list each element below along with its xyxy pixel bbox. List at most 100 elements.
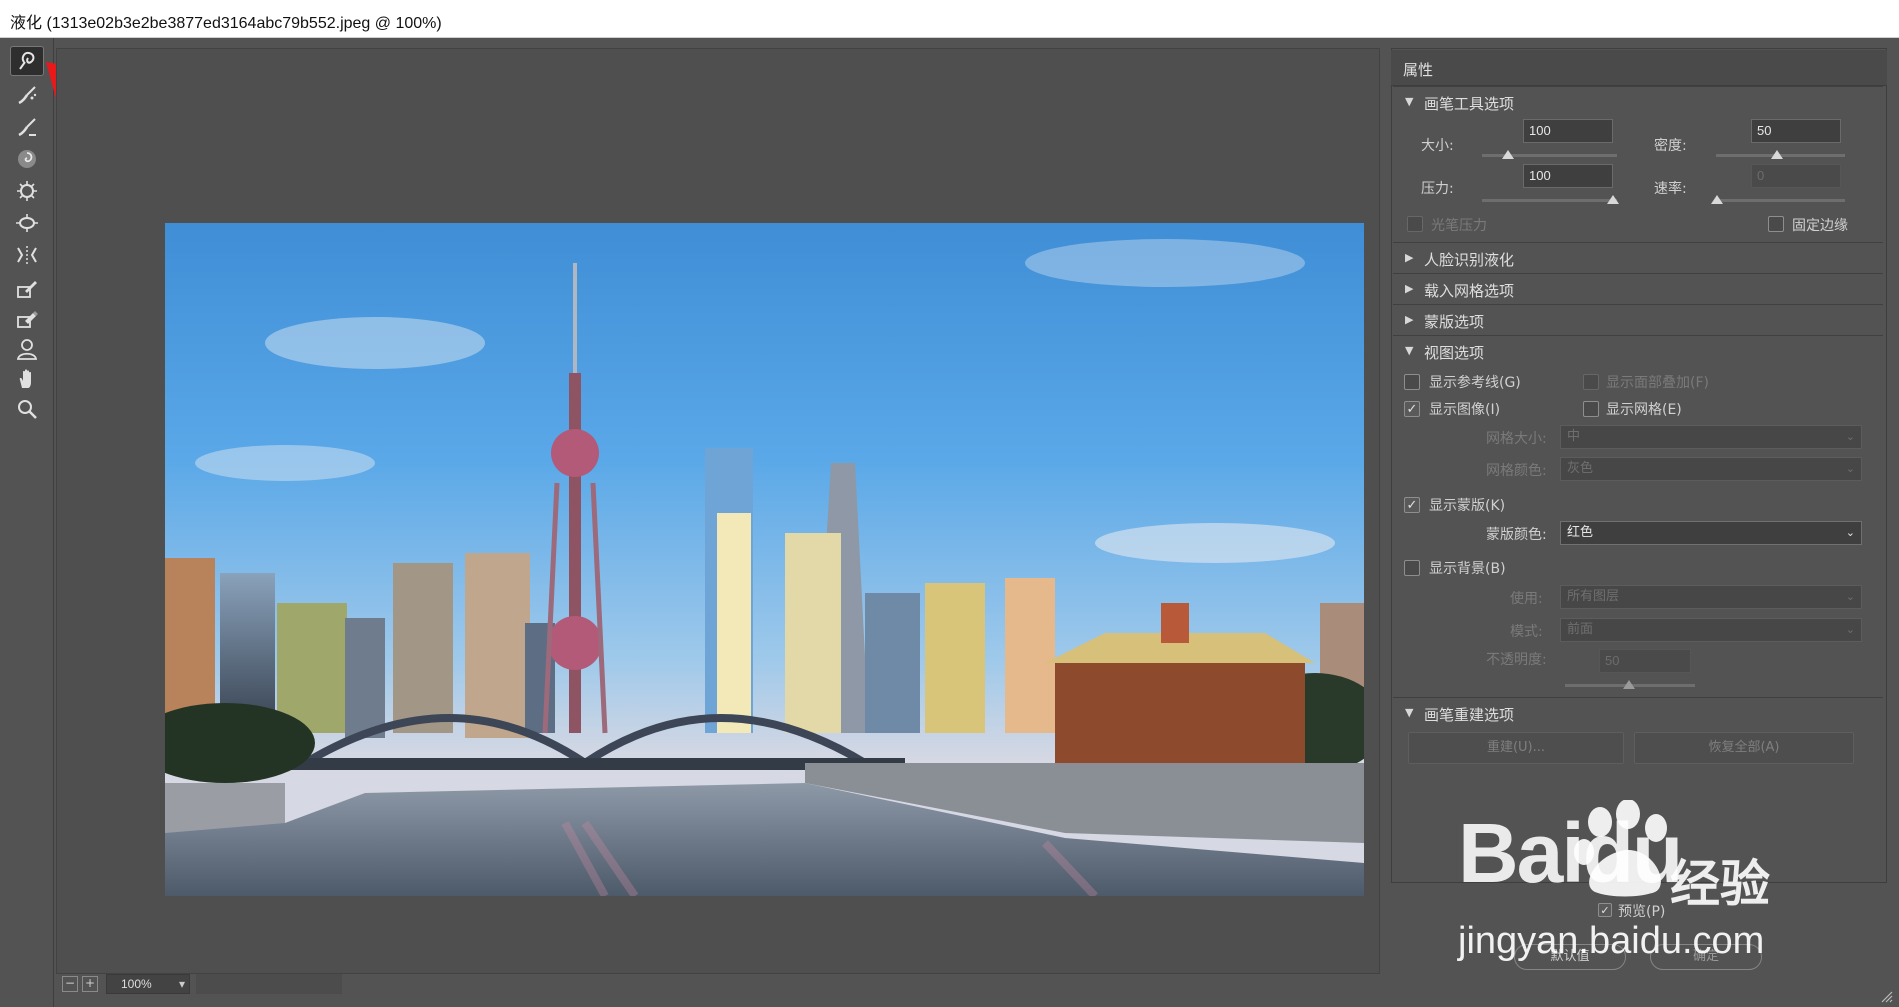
chevron-down-icon: ⌄ bbox=[1845, 623, 1855, 636]
use-value: 所有图层 bbox=[1567, 589, 1620, 604]
shanghai-skyline-image bbox=[165, 223, 1364, 896]
mesh-size-label: 网格大小: bbox=[1486, 431, 1547, 447]
hand-tool-icon[interactable] bbox=[10, 364, 44, 394]
size-slider-thumb[interactable] bbox=[1502, 150, 1514, 159]
preview-canvas[interactable] bbox=[56, 48, 1380, 974]
status-info-area bbox=[196, 974, 342, 994]
load-mesh-options-label: 载入网格选项 bbox=[1424, 282, 1515, 300]
collapsed-triangle-icon: ▶ bbox=[1405, 313, 1414, 326]
view-options-label: 视图选项 bbox=[1424, 344, 1485, 362]
collapsed-triangle-icon: ▶ bbox=[1405, 251, 1414, 264]
size-input[interactable]: 100 bbox=[1523, 119, 1613, 143]
mask-options-label: 蒙版选项 bbox=[1424, 313, 1485, 331]
mesh-size-select[interactable]: 中 ⌄ bbox=[1560, 425, 1862, 449]
rate-label: 速率: bbox=[1654, 181, 1687, 197]
brush-tool-options-section[interactable]: ▼ 画笔工具选项 bbox=[1393, 86, 1883, 116]
brush-reconstruct-options-label: 画笔重建选项 bbox=[1424, 706, 1515, 724]
show-mask-checkbox[interactable]: ✓ bbox=[1404, 497, 1420, 513]
brush-reconstruct-options-section[interactable]: ▼ 画笔重建选项 bbox=[1393, 697, 1883, 727]
stylus-pressure-checkbox[interactable] bbox=[1407, 216, 1423, 232]
density-label: 密度: bbox=[1654, 138, 1687, 154]
pin-edges-checkbox[interactable] bbox=[1768, 216, 1784, 232]
pressure-slider-thumb[interactable] bbox=[1607, 195, 1619, 204]
mask-color-select[interactable]: 红色 ⌄ bbox=[1560, 521, 1862, 545]
mask-color-value: 红色 bbox=[1567, 525, 1594, 540]
show-mesh-label: 显示网格(E) bbox=[1606, 402, 1682, 418]
thaw-mask-tool-icon[interactable] bbox=[10, 304, 44, 334]
show-backdrop-checkbox[interactable] bbox=[1404, 560, 1420, 576]
preview-checkbox[interactable]: ✓ bbox=[1598, 903, 1612, 917]
mode-select[interactable]: 前面 ⌄ bbox=[1560, 618, 1862, 642]
mode-value: 前面 bbox=[1567, 622, 1594, 637]
mask-options-section[interactable]: ▶ 蒙版选项 bbox=[1393, 304, 1883, 334]
show-mesh-checkbox[interactable] bbox=[1583, 401, 1599, 417]
density-input[interactable]: 50 bbox=[1751, 119, 1841, 143]
expanded-triangle-icon: ▼ bbox=[1405, 95, 1414, 108]
forward-warp-tool-icon[interactable] bbox=[10, 46, 44, 76]
mask-color-label: 蒙版颜色: bbox=[1486, 527, 1547, 543]
mesh-color-value: 灰色 bbox=[1567, 461, 1594, 476]
baidu-watermark-jingyan: 经验 bbox=[1670, 855, 1770, 913]
expanded-triangle-icon: ▼ bbox=[1405, 706, 1414, 719]
mesh-color-select[interactable]: 灰色 ⌄ bbox=[1560, 457, 1862, 481]
face-tool-icon[interactable] bbox=[10, 334, 44, 364]
pressure-label: 压力: bbox=[1421, 181, 1454, 197]
baidu-paw-logo-icon bbox=[1574, 800, 1667, 897]
rate-slider-track[interactable] bbox=[1716, 199, 1845, 202]
pin-edges-label: 固定边缘 bbox=[1792, 218, 1848, 234]
preview-label: 预览(P) bbox=[1618, 904, 1666, 920]
window-title: 液化 (1313e02b3e2be3877ed3164abc79b552.jpe… bbox=[10, 15, 442, 32]
show-guides-label: 显示参考线(G) bbox=[1429, 375, 1521, 391]
freeze-mask-tool-icon[interactable] bbox=[10, 274, 44, 304]
view-options-section[interactable]: ▼ 视图选项 bbox=[1393, 335, 1883, 365]
show-image-checkbox[interactable]: ✓ bbox=[1404, 401, 1420, 417]
bloat-tool-icon[interactable] bbox=[10, 208, 44, 238]
load-mesh-options-section[interactable]: ▶ 载入网格选项 bbox=[1393, 273, 1883, 303]
use-select[interactable]: 所有图层 ⌄ bbox=[1560, 585, 1862, 609]
chevron-down-icon: ⌄ bbox=[1845, 526, 1855, 539]
mode-label: 模式: bbox=[1510, 624, 1543, 640]
show-face-overlay-checkbox[interactable] bbox=[1583, 374, 1599, 390]
twirl-clockwise-tool-icon[interactable] bbox=[10, 144, 44, 174]
collapsed-triangle-icon: ▶ bbox=[1405, 282, 1414, 295]
resize-grip-icon[interactable] bbox=[1880, 990, 1894, 1004]
density-slider-thumb[interactable] bbox=[1771, 150, 1783, 159]
zoom-dropdown-chevron-icon[interactable]: ▾ bbox=[174, 975, 190, 993]
pressure-slider-track[interactable] bbox=[1482, 199, 1617, 202]
pucker-tool-icon[interactable] bbox=[10, 176, 44, 206]
push-left-tool-icon[interactable] bbox=[10, 240, 44, 270]
opacity-slider-thumb[interactable] bbox=[1623, 680, 1635, 689]
face-aware-liquify-label: 人脸识别液化 bbox=[1424, 251, 1515, 269]
rate-input[interactable]: 0 bbox=[1751, 164, 1841, 188]
stylus-pressure-label: 光笔压力 bbox=[1431, 218, 1487, 234]
opacity-input[interactable]: 50 bbox=[1599, 649, 1691, 673]
mesh-size-value: 中 bbox=[1567, 429, 1581, 444]
smooth-tool-icon[interactable] bbox=[10, 112, 44, 142]
show-guides-checkbox[interactable] bbox=[1404, 374, 1420, 390]
brush-tool-options-label: 画笔工具选项 bbox=[1424, 95, 1515, 113]
restore-all-button[interactable]: 恢复全部(A) bbox=[1634, 732, 1854, 764]
face-aware-liquify-section[interactable]: ▶ 人脸识别液化 bbox=[1393, 242, 1883, 272]
reconstruct-button[interactable]: 重建(U)... bbox=[1408, 732, 1624, 764]
use-label: 使用: bbox=[1510, 591, 1543, 607]
size-label: 大小: bbox=[1421, 138, 1454, 154]
zoom-out-button[interactable]: − bbox=[62, 976, 78, 992]
chevron-down-icon: ⌄ bbox=[1845, 462, 1855, 475]
window-title-bar: 液化 (1313e02b3e2be3877ed3164abc79b552.jpe… bbox=[0, 0, 1899, 38]
rate-slider-thumb[interactable] bbox=[1711, 195, 1723, 204]
show-image-label: 显示图像(I) bbox=[1429, 402, 1501, 418]
properties-header: 属性 bbox=[1391, 50, 1887, 86]
properties-title: 属性 bbox=[1403, 61, 1434, 79]
status-bar: − + 100% ▾ bbox=[56, 972, 1380, 1002]
pressure-input[interactable]: 100 bbox=[1523, 164, 1613, 188]
show-face-overlay-label: 显示面部叠加(F) bbox=[1606, 375, 1709, 391]
zoom-tool-icon[interactable] bbox=[10, 394, 44, 424]
mesh-color-label: 网格颜色: bbox=[1486, 463, 1547, 479]
zoom-in-button[interactable]: + bbox=[82, 976, 98, 992]
show-backdrop-label: 显示背景(B) bbox=[1429, 561, 1506, 577]
opacity-label: 不透明度: bbox=[1486, 652, 1547, 668]
chevron-down-icon: ⌄ bbox=[1845, 430, 1855, 443]
baidu-watermark-url: jingyan.baidu.com bbox=[1458, 920, 1765, 962]
tool-panel bbox=[0, 38, 54, 1007]
reconstruct-tool-icon[interactable] bbox=[10, 80, 44, 110]
